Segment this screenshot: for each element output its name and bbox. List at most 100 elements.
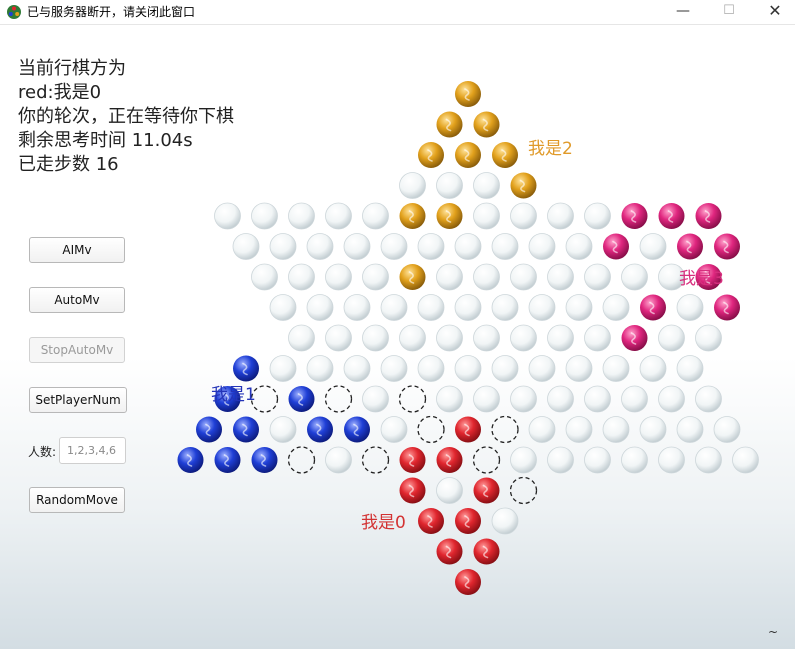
empty-hole[interactable] — [306, 294, 334, 321]
empty-hole[interactable] — [288, 202, 315, 230]
empty-hole[interactable] — [584, 446, 611, 474]
empty-hole[interactable] — [547, 324, 574, 352]
empty-hole[interactable] — [362, 385, 389, 413]
empty-hole[interactable] — [528, 355, 556, 382]
empty-hole[interactable] — [473, 324, 500, 352]
empty-hole[interactable] — [528, 294, 556, 321]
empty-hole[interactable] — [380, 233, 408, 260]
empty-hole[interactable] — [473, 172, 500, 199]
move-target-hole[interactable] — [324, 385, 353, 413]
empty-hole[interactable] — [417, 294, 445, 321]
empty-hole[interactable] — [417, 233, 445, 260]
empty-hole[interactable] — [288, 263, 315, 291]
empty-hole[interactable] — [343, 294, 371, 321]
empty-hole[interactable] — [454, 233, 482, 260]
empty-hole[interactable] — [473, 202, 500, 230]
empty-hole[interactable] — [436, 263, 463, 291]
empty-hole[interactable] — [676, 355, 704, 382]
empty-hole[interactable] — [232, 233, 260, 260]
empty-hole[interactable] — [510, 385, 537, 413]
empty-hole[interactable] — [288, 324, 315, 352]
empty-hole[interactable] — [325, 202, 352, 230]
empty-hole[interactable] — [510, 263, 537, 291]
empty-hole[interactable] — [565, 233, 593, 260]
empty-hole[interactable] — [491, 507, 519, 535]
empty-hole[interactable] — [380, 416, 408, 443]
empty-hole[interactable] — [639, 233, 667, 260]
empty-hole[interactable] — [547, 202, 574, 230]
empty-hole[interactable] — [269, 294, 297, 321]
empty-hole[interactable] — [473, 385, 500, 413]
empty-hole[interactable] — [399, 324, 426, 352]
empty-hole[interactable] — [695, 446, 722, 474]
empty-hole[interactable] — [269, 355, 297, 382]
empty-hole[interactable] — [269, 233, 297, 260]
empty-hole[interactable] — [658, 385, 685, 413]
empty-hole[interactable] — [362, 324, 389, 352]
empty-hole[interactable] — [454, 294, 482, 321]
move-target-hole[interactable] — [509, 476, 538, 505]
empty-hole[interactable] — [325, 324, 352, 352]
empty-hole[interactable] — [362, 202, 389, 230]
empty-hole[interactable] — [565, 355, 593, 382]
empty-hole[interactable] — [399, 172, 426, 199]
move-target-hole[interactable] — [287, 446, 316, 474]
empty-hole[interactable] — [658, 324, 685, 352]
empty-hole[interactable] — [510, 202, 537, 230]
empty-hole[interactable] — [584, 324, 611, 352]
move-target-hole[interactable] — [361, 446, 390, 474]
empty-hole[interactable] — [547, 263, 574, 291]
empty-hole[interactable] — [436, 477, 463, 504]
empty-hole[interactable] — [639, 416, 667, 443]
empty-hole[interactable] — [325, 263, 352, 291]
move-target-hole[interactable] — [472, 446, 501, 474]
empty-hole[interactable] — [380, 355, 408, 382]
empty-hole[interactable] — [584, 202, 611, 230]
empty-hole[interactable] — [621, 263, 648, 291]
empty-hole[interactable] — [565, 416, 593, 443]
empty-hole[interactable] — [658, 446, 685, 474]
empty-hole[interactable] — [491, 233, 519, 260]
empty-hole[interactable] — [584, 263, 611, 291]
empty-hole[interactable] — [528, 233, 556, 260]
empty-hole[interactable] — [343, 233, 371, 260]
empty-hole[interactable] — [491, 355, 519, 382]
empty-hole[interactable] — [695, 324, 722, 352]
move-target-hole[interactable] — [417, 415, 445, 444]
empty-hole[interactable] — [621, 446, 648, 474]
empty-hole[interactable] — [325, 446, 352, 474]
empty-hole[interactable] — [436, 324, 463, 352]
empty-hole[interactable] — [269, 416, 297, 443]
empty-hole[interactable] — [510, 446, 537, 474]
empty-hole[interactable] — [584, 385, 611, 413]
move-target-hole[interactable] — [491, 415, 519, 444]
empty-hole[interactable] — [528, 416, 556, 443]
move-target-hole[interactable] — [398, 385, 427, 413]
empty-hole[interactable] — [436, 172, 463, 199]
empty-hole[interactable] — [547, 385, 574, 413]
empty-hole[interactable] — [676, 416, 704, 443]
empty-hole[interactable] — [602, 416, 630, 443]
empty-hole[interactable] — [639, 355, 667, 382]
empty-hole[interactable] — [713, 416, 741, 443]
empty-hole[interactable] — [306, 233, 334, 260]
empty-hole[interactable] — [621, 385, 648, 413]
empty-hole[interactable] — [436, 385, 463, 413]
empty-hole[interactable] — [547, 446, 574, 474]
empty-hole[interactable] — [602, 355, 630, 382]
empty-hole[interactable] — [251, 202, 278, 230]
empty-hole[interactable] — [473, 263, 500, 291]
empty-hole[interactable] — [251, 263, 278, 291]
empty-hole[interactable] — [565, 294, 593, 321]
empty-hole[interactable] — [343, 355, 371, 382]
empty-hole[interactable] — [454, 355, 482, 382]
empty-hole[interactable] — [510, 324, 537, 352]
empty-hole[interactable] — [380, 294, 408, 321]
empty-hole[interactable] — [695, 385, 722, 413]
empty-hole[interactable] — [306, 355, 334, 382]
empty-hole[interactable] — [602, 294, 630, 321]
empty-hole[interactable] — [732, 446, 759, 474]
empty-hole[interactable] — [676, 294, 704, 321]
empty-hole[interactable] — [214, 202, 241, 230]
empty-hole[interactable] — [417, 355, 445, 382]
